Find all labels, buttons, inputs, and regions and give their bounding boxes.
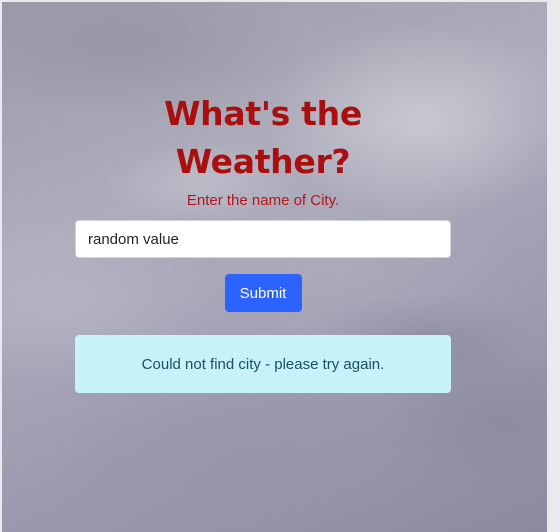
weather-form-container: What's the Weather? Enter the name of Ci… — [75, 90, 451, 393]
error-alert: Could not find city - please try again. — [75, 335, 451, 393]
submit-button[interactable]: Submit — [224, 274, 302, 312]
city-prompt-label: Enter the name of City. — [186, 192, 340, 209]
page-title: What's the Weather? — [164, 94, 362, 181]
error-message: Could not find city - please try again. — [141, 355, 385, 373]
city-input[interactable] — [75, 220, 451, 258]
